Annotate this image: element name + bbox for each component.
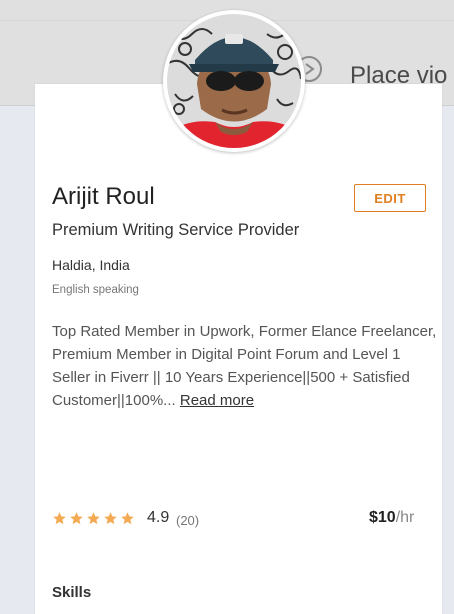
star-icon [70, 512, 83, 525]
star-icon [104, 512, 117, 525]
rating-stars [52, 511, 135, 526]
star-icon [87, 512, 100, 525]
profile-name: Arijit Roul [52, 183, 155, 210]
profile-location: Haldia, India [52, 257, 130, 273]
rate-amount: $10 [369, 509, 396, 526]
avatar-photo [167, 14, 301, 148]
profile-bio: Top Rated Member in Upwork, Former Elanc… [52, 320, 437, 412]
rating-value: 4.9 [147, 509, 170, 526]
review-count: (20) [176, 513, 200, 528]
avatar[interactable] [163, 10, 305, 152]
star-icon [121, 512, 134, 525]
profile-headline: Premium Writing Service Provider [52, 221, 300, 239]
edit-button[interactable]: EDIT [354, 184, 426, 212]
read-more-link[interactable]: Read more [180, 392, 254, 409]
hourly-rate: $10/hr [369, 509, 414, 527]
profile-language: English speaking [52, 284, 139, 296]
skills-heading: Skills [52, 584, 92, 601]
rate-unit: /hr [395, 509, 415, 526]
star-icon [53, 512, 66, 525]
